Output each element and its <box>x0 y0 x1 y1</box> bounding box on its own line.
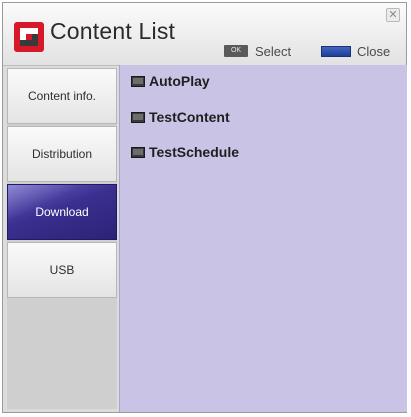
list-item-label: TestContent <box>149 109 230 125</box>
close-window-button[interactable]: ✕ <box>386 8 400 22</box>
tv-icon <box>131 111 145 123</box>
ok-key-icon: OK <box>224 45 248 57</box>
list-item-testschedule[interactable]: TestSchedule <box>131 144 239 160</box>
select-hint: OK Select <box>224 43 291 59</box>
tab-usb[interactable]: USB <box>7 242 117 298</box>
list-item-label: AutoPlay <box>149 73 210 89</box>
select-hint-label: Select <box>255 43 292 59</box>
list-item-testcontent[interactable]: TestContent <box>131 109 230 125</box>
blue-key-icon <box>321 45 351 57</box>
tv-icon <box>131 75 145 87</box>
content-list-window: Content List ✕ OK Select Close Content i… <box>2 2 407 413</box>
tab-label: Content info. <box>27 89 97 103</box>
close-hint-label: Close <box>357 43 391 59</box>
tab-label: Download <box>35 205 89 219</box>
tab-label: USB <box>49 263 75 277</box>
close-hint[interactable]: Close <box>321 43 390 59</box>
tv-icon <box>131 146 145 158</box>
app-logo-icon <box>14 22 44 52</box>
window-header: Content List ✕ OK Select Close <box>3 3 406 66</box>
tab-distribution[interactable]: Distribution <box>7 126 117 182</box>
list-item-autoplay[interactable]: AutoPlay <box>131 73 210 89</box>
list-item-label: TestSchedule <box>149 144 239 160</box>
tab-content-info[interactable]: Content info. <box>7 68 117 124</box>
content-list-panel: AutoPlay TestContent TestSchedule <box>119 65 407 412</box>
window-title: Content List <box>50 18 176 44</box>
tab-label: Distribution <box>31 147 93 161</box>
sidebar: Content info. Distribution Download USB <box>7 68 117 409</box>
tab-download[interactable]: Download <box>7 184 117 240</box>
